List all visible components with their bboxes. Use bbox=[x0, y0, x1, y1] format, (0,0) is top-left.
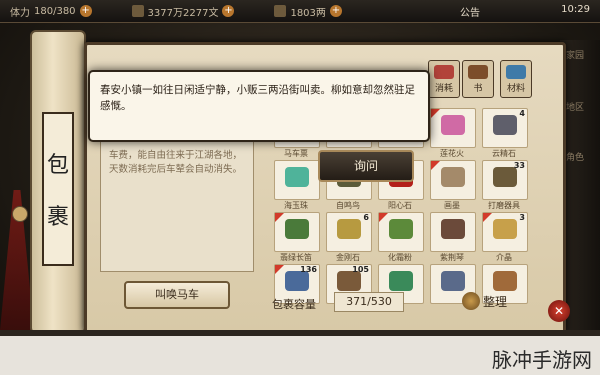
new-flag-icon bbox=[483, 213, 492, 222]
item-icon bbox=[337, 219, 361, 239]
item-slot[interactable]: 33 bbox=[482, 160, 528, 200]
side-menu-item[interactable]: 家园 bbox=[566, 48, 584, 61]
item-count: 33 bbox=[513, 161, 525, 170]
add-gold-button[interactable]: + bbox=[222, 5, 235, 17]
story-tooltip: 春安小镇一如往日闲适宁静，小贩三两沿街叫卖。柳如意却忽然驻足感慨。 bbox=[88, 70, 430, 142]
item-icon bbox=[285, 167, 309, 187]
item-description: 车费，能自由往来于江湖各地，天数消耗完后车辇会自动消失。 bbox=[109, 150, 243, 175]
gold-indicator: 3377万2277文 + bbox=[131, 4, 235, 19]
tab-label: 消耗 bbox=[434, 84, 453, 94]
summon-carriage-button[interactable]: 叫唤马车 bbox=[124, 281, 230, 309]
side-menu-item[interactable]: 角色 bbox=[566, 150, 584, 163]
item-name: 化霜粉 bbox=[388, 253, 412, 262]
add-power-button[interactable]: + bbox=[79, 5, 92, 17]
item-slot[interactable]: 6 bbox=[326, 212, 372, 252]
item-name: 莲花火 bbox=[440, 149, 464, 158]
item-detail-box: 车费，能自由往来于江湖各地，天数消耗完后车辇会自动消失。 bbox=[100, 138, 254, 272]
power-label: 体力 bbox=[10, 7, 30, 19]
tooltip-text: 春安小镇一如往日闲适宁静，小贩三两沿街叫卖。柳如意却忽然驻足感慨。 bbox=[100, 84, 415, 112]
bag-title-char: 包 bbox=[46, 153, 69, 178]
item-name: 云精石 bbox=[492, 149, 516, 158]
new-flag-icon bbox=[379, 213, 388, 222]
item-slot[interactable] bbox=[378, 212, 424, 252]
power-value: 180/380 bbox=[34, 5, 76, 17]
item-count: 6 bbox=[363, 213, 369, 222]
book-icon bbox=[468, 65, 488, 79]
item-icon bbox=[441, 219, 465, 239]
item-count: 105 bbox=[352, 265, 369, 274]
item-slot[interactable] bbox=[274, 160, 320, 200]
scroll-roll: 包 裹 bbox=[30, 30, 86, 334]
item-icon bbox=[493, 219, 517, 239]
gem-value: 1803两 bbox=[290, 7, 326, 19]
item-icon bbox=[441, 115, 465, 135]
crystal-icon bbox=[506, 65, 526, 79]
new-flag-icon bbox=[275, 213, 284, 222]
item-icon bbox=[441, 167, 465, 187]
item-icon bbox=[389, 219, 413, 239]
item-slot[interactable] bbox=[430, 108, 476, 148]
power-indicator: 体力 180/380 + bbox=[10, 4, 92, 19]
item-name: 紫荆琴 bbox=[440, 253, 464, 262]
scroll-bead bbox=[12, 206, 28, 222]
item-slot[interactable] bbox=[274, 212, 320, 252]
item-name: 阳心石 bbox=[388, 201, 412, 210]
bag-title: 包 裹 bbox=[42, 112, 74, 266]
gold-value: 3377万2277文 bbox=[147, 7, 219, 19]
item-icon bbox=[285, 271, 309, 291]
item-name: 海玉珠 bbox=[284, 201, 308, 210]
side-menu-item[interactable]: 地区 bbox=[566, 100, 584, 113]
new-flag-icon bbox=[431, 161, 440, 170]
bag-title-char: 裹 bbox=[46, 205, 69, 230]
tab-books[interactable]: 书 bbox=[462, 60, 494, 98]
item-icon bbox=[441, 271, 465, 291]
item-name: 马车票 bbox=[284, 149, 308, 158]
ask-button[interactable]: 询问 bbox=[318, 150, 414, 182]
add-gem-button[interactable]: + bbox=[329, 5, 342, 17]
capacity-label: 包裹容量 bbox=[272, 298, 316, 311]
item-icon bbox=[337, 271, 361, 291]
item-slot[interactable] bbox=[430, 212, 476, 252]
capacity-value: 371/530 bbox=[334, 292, 404, 312]
status-bar: 体力 180/380 + 3377万2277文 + 1803两 + 公告 10:… bbox=[0, 0, 600, 23]
tab-consumables[interactable]: 消耗 bbox=[428, 60, 460, 98]
item-slot[interactable]: 3 bbox=[482, 212, 528, 252]
tab-materials[interactable]: 材料 bbox=[500, 60, 532, 98]
ingot-icon bbox=[274, 5, 287, 17]
pouch-icon bbox=[462, 292, 480, 310]
close-icon[interactable]: ✕ bbox=[548, 300, 570, 322]
item-name: 翡绿长笛 bbox=[280, 253, 312, 262]
notice-button[interactable]: 公告 bbox=[460, 4, 480, 19]
item-icon bbox=[493, 271, 517, 291]
item-count: 4 bbox=[519, 109, 525, 118]
item-name: 介晶 bbox=[496, 253, 512, 262]
tab-label: 材料 bbox=[506, 84, 525, 94]
item-icon bbox=[389, 271, 413, 291]
item-icon bbox=[493, 115, 517, 135]
clock: 10:29 bbox=[561, 4, 590, 15]
item-icon bbox=[493, 167, 517, 187]
tab-label: 书 bbox=[473, 84, 483, 94]
item-name: 金刚石 bbox=[336, 253, 360, 262]
gem-indicator: 1803两 + bbox=[274, 4, 342, 19]
sort-button[interactable]: 整理 bbox=[462, 290, 520, 312]
item-name: 打磨器具 bbox=[488, 201, 520, 210]
item-name: 画墨 bbox=[444, 201, 460, 210]
item-slot[interactable]: 4 bbox=[482, 108, 528, 148]
new-flag-icon bbox=[431, 109, 440, 118]
item-name: 自鸣鸟 bbox=[336, 201, 360, 210]
new-flag-icon bbox=[275, 265, 284, 274]
item-count: 136 bbox=[300, 265, 317, 274]
item-count: 3 bbox=[519, 213, 525, 222]
item-icon bbox=[285, 219, 309, 239]
side-menu bbox=[560, 40, 600, 330]
consumable-icon bbox=[434, 65, 454, 79]
item-slot[interactable] bbox=[430, 160, 476, 200]
coin-icon bbox=[131, 5, 144, 17]
watermark-text: 脉冲手游网 bbox=[492, 348, 592, 372]
sort-label: 整理 bbox=[483, 294, 508, 309]
